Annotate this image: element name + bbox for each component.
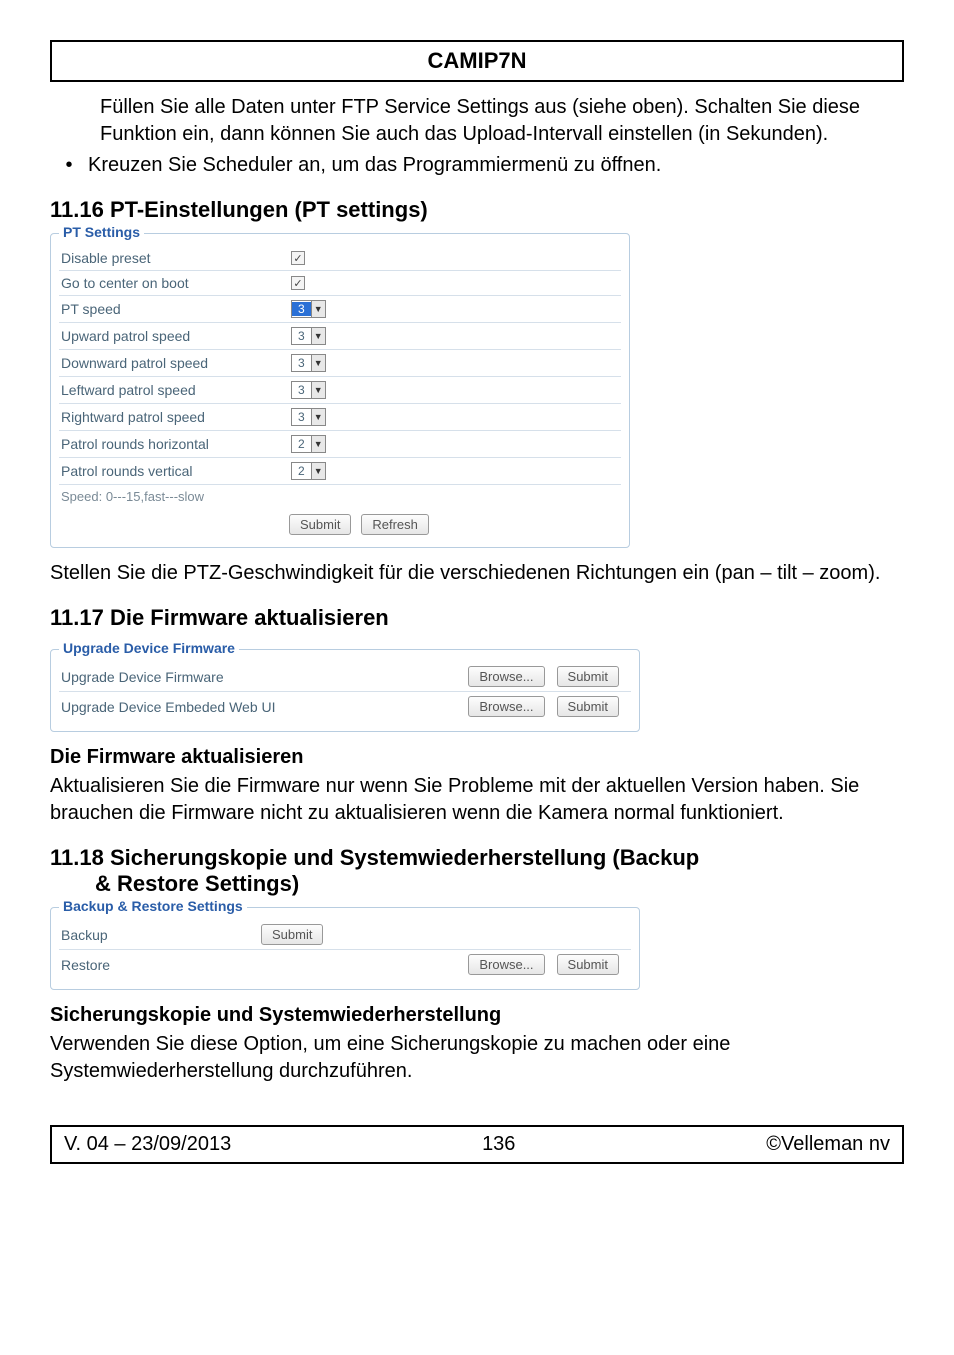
chevron-down-icon: ▼ [311,382,325,398]
checkbox-go-center[interactable]: ✓ [291,276,305,290]
label-rounds-h: Patrol rounds horizontal [61,436,291,452]
chevron-down-icon: ▼ [311,301,325,317]
firmware-legend: Upgrade Device Firmware [59,640,239,656]
submit-firmware-button[interactable]: Submit [557,666,619,687]
label-backup: Backup [61,927,261,943]
chevron-down-icon: ▼ [311,409,325,425]
label-upgrade-firmware: Upgrade Device Firmware [61,669,391,685]
select-pt-speed-value: 3 [292,302,311,316]
label-left-speed: Leftward patrol speed [61,382,291,398]
heading-11-18-line2: & Restore Settings) [95,871,299,896]
para-firmware: Aktualisieren Sie die Firmware nur wenn … [50,773,904,827]
row-pt-speed: PT speed 3 ▼ [59,296,621,323]
subheading-backup: Sicherungskopie und Systemwiederherstell… [50,1004,904,1027]
label-up-speed: Upward patrol speed [61,328,291,344]
row-upgrade-firmware: Upgrade Device Firmware Browse... Submit [59,662,631,692]
row-rounds-v: Patrol rounds vertical 2 ▼ [59,458,621,485]
select-rounds-h[interactable]: 2 ▼ [291,435,326,453]
select-rounds-v[interactable]: 2 ▼ [291,462,326,480]
firmware-fieldset: Upgrade Device Firmware Upgrade Device F… [50,649,640,732]
row-go-center: Go to center on boot ✓ [59,271,621,296]
select-left-speed-value: 3 [292,383,311,397]
select-down-speed-value: 3 [292,356,311,370]
row-rounds-h: Patrol rounds horizontal 2 ▼ [59,431,621,458]
row-disable-preset: Disable preset ✓ [59,246,621,271]
submit-webui-button[interactable]: Submit [557,696,619,717]
chevron-down-icon: ▼ [311,328,325,344]
speed-note: Speed: 0---15,fast---slow [59,485,621,508]
backup-submit-button[interactable]: Submit [261,924,323,945]
checkbox-disable-preset[interactable]: ✓ [291,251,305,265]
select-up-speed[interactable]: 3 ▼ [291,327,326,345]
backup-legend: Backup & Restore Settings [59,898,247,914]
footer-copyright: ©Velleman nv [766,1133,890,1156]
heading-11-18: 11.18 Sicherungskopie und Systemwiederhe… [50,845,904,897]
select-left-speed[interactable]: 3 ▼ [291,381,326,399]
header-title: CAMIP7N [427,48,526,73]
label-disable-preset: Disable preset [61,250,291,266]
subheading-firmware: Die Firmware aktualisieren [50,746,904,769]
pt-refresh-button[interactable]: Refresh [361,514,429,535]
restore-submit-button[interactable]: Submit [557,954,619,975]
pt-settings-legend: PT Settings [59,224,144,240]
chevron-down-icon: ▼ [311,463,325,479]
footer-page-number: 136 [482,1133,515,1156]
select-rounds-v-value: 2 [292,464,311,478]
heading-11-16: 11.16 PT-Einstellungen (PT settings) [50,197,904,223]
select-right-speed[interactable]: 3 ▼ [291,408,326,426]
label-pt-speed: PT speed [61,301,291,317]
label-go-center: Go to center on boot [61,275,291,291]
footer-version: V. 04 – 23/09/2013 [64,1133,231,1156]
label-rounds-v: Patrol rounds vertical [61,463,291,479]
chevron-down-icon: ▼ [311,355,325,371]
label-right-speed: Rightward patrol speed [61,409,291,425]
row-right-speed: Rightward patrol speed 3 ▼ [59,404,621,431]
row-backup: Backup Submit [59,920,631,950]
row-left-speed: Leftward patrol speed 3 ▼ [59,377,621,404]
label-down-speed: Downward patrol speed [61,355,291,371]
row-restore: Restore Browse... Submit [59,950,631,979]
restore-browse-button[interactable]: Browse... [468,954,544,975]
select-pt-speed[interactable]: 3 ▼ [291,300,326,318]
row-up-speed: Upward patrol speed 3 ▼ [59,323,621,350]
row-down-speed: Downward patrol speed 3 ▼ [59,350,621,377]
page-footer: V. 04 – 23/09/2013 136 ©Velleman nv [50,1125,904,1164]
select-up-speed-value: 3 [292,329,311,343]
para-after-pt: Stellen Sie die PTZ-Geschwindigkeit für … [50,560,904,587]
pt-settings-fieldset: PT Settings Disable preset ✓ Go to cente… [50,233,630,548]
select-down-speed[interactable]: 3 ▼ [291,354,326,372]
para-backup: Verwenden Sie diese Option, um eine Sich… [50,1031,904,1085]
pt-submit-button[interactable]: Submit [289,514,351,535]
heading-11-17: 11.17 Die Firmware aktualisieren [50,605,904,631]
heading-11-18-line1: 11.18 Sicherungskopie und Systemwiederhe… [50,845,699,870]
chevron-down-icon: ▼ [311,436,325,452]
intro-bullet: • Kreuzen Sie Scheduler an, um das Progr… [50,152,904,179]
intro-paragraph: Füllen Sie alle Daten unter FTP Service … [100,94,904,148]
row-upgrade-webui: Upgrade Device Embeded Web UI Browse... … [59,692,631,721]
browse-webui-button[interactable]: Browse... [468,696,544,717]
label-restore: Restore [61,957,261,973]
label-upgrade-webui: Upgrade Device Embeded Web UI [61,699,391,715]
bullet-text: Kreuzen Sie Scheduler an, um das Program… [88,152,904,179]
bullet-icon: • [50,152,88,179]
page-header: CAMIP7N [50,40,904,82]
browse-firmware-button[interactable]: Browse... [468,666,544,687]
backup-fieldset: Backup & Restore Settings Backup Submit … [50,907,640,990]
select-right-speed-value: 3 [292,410,311,424]
select-rounds-h-value: 2 [292,437,311,451]
